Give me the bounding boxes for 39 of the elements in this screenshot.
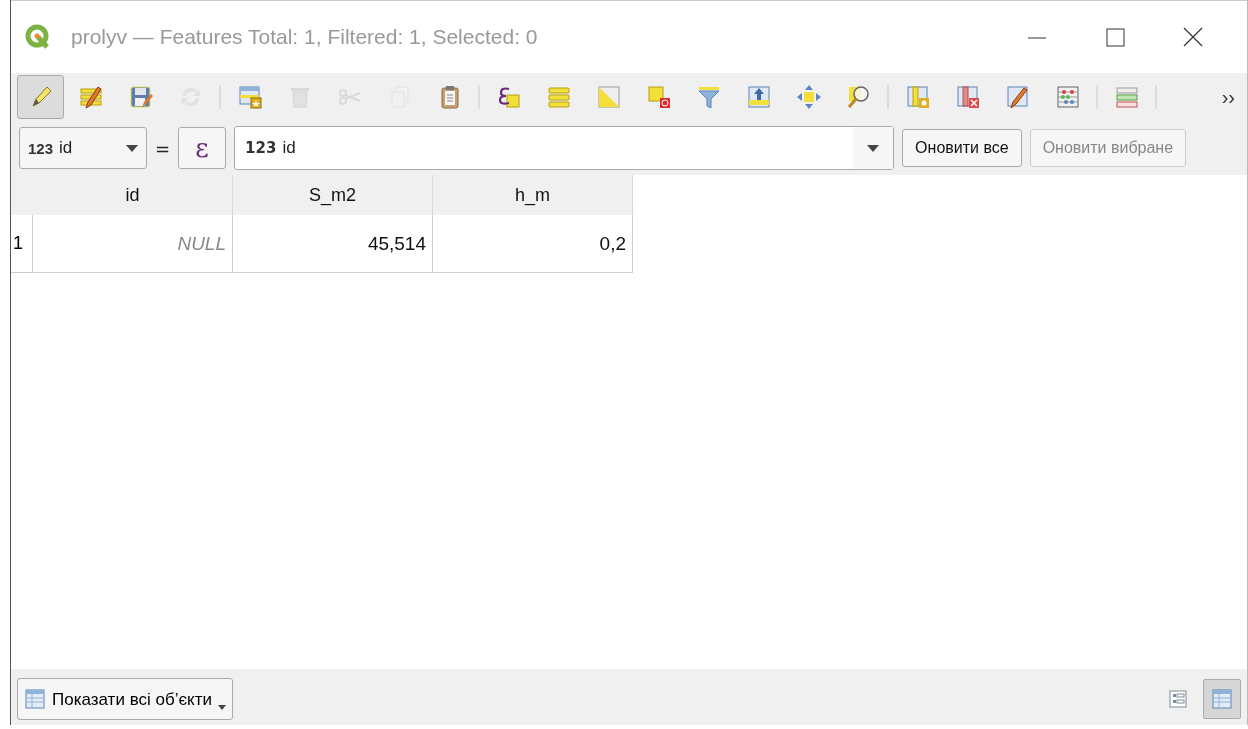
form-icon [1113,84,1140,110]
column-cross-icon [954,84,981,110]
value-field[interactable]: 123 id [234,126,895,170]
column-header[interactable]: id [33,175,233,215]
table-cell: NULL [33,215,233,273]
dropdown-arrow-icon [867,144,880,152]
column-header[interactable]: h_m [433,175,633,215]
show-features-dropdown[interactable]: Показати всі об’єкти [17,678,234,720]
arrows-icon [795,84,822,110]
square-badge-icon [645,84,672,110]
row-header[interactable]: 1 [11,215,33,273]
caret-icon [218,705,227,710]
table-icon [1211,688,1233,710]
form-icon [1168,689,1188,709]
table-pencil-icon [1004,84,1031,110]
triangle-square-icon [595,84,622,110]
maximize-icon [1106,28,1125,47]
abacus-icon [1054,84,1081,110]
floppy-disk-icon [127,84,154,110]
app-logo-icon [25,24,51,50]
rows-icon [545,84,572,110]
minimize-icon [1027,37,1047,39]
column-star-icon [904,84,931,110]
field-dropdown[interactable]: 123 id [19,127,147,169]
caret-icon [126,144,138,152]
table-cell: 45,514 [233,215,433,273]
table-icon [24,688,46,710]
pencil-rows-icon [77,84,104,110]
magnifier-icon [845,84,872,110]
column-header[interactable]: S_m2 [233,175,433,215]
window-title: prolyv — Features Total: 1, Filtered: 1, Selected: 0 [71,25,539,49]
table-star-icon [236,84,263,110]
table-cell: 0,2 [433,215,633,273]
overflow-button[interactable]: ›› [1215,85,1241,109]
close-icon [1183,27,1203,47]
equals-sign: = [155,137,171,159]
expression-button[interactable]: ε [178,127,227,169]
table-view-button[interactable] [1203,679,1241,719]
update-all-button[interactable]: Оновити все [902,129,1022,167]
